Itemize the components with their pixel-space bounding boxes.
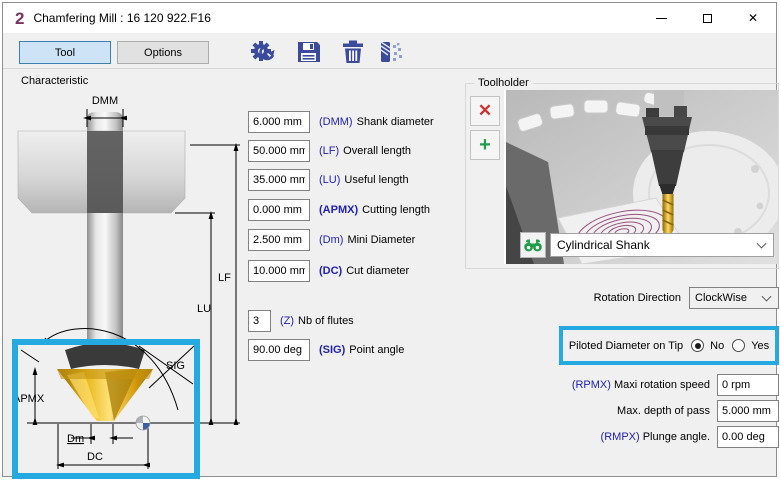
radio-dot	[695, 343, 701, 349]
delete-toolholder-button[interactable]: ✕	[470, 96, 500, 126]
field-label: Cutting length	[362, 204, 430, 216]
tab-options[interactable]: Options	[117, 41, 209, 64]
plunge-angle-input[interactable]	[717, 426, 779, 448]
field-code: (APMX)	[319, 204, 358, 216]
trash-icon[interactable]	[339, 38, 367, 66]
field-label: Maxi rotation speed	[614, 379, 710, 391]
plunge-angle-row: (RMPX) Plunge angle.	[473, 425, 779, 448]
app-logo-icon: 2	[15, 10, 24, 27]
max-depth-of-pass-row: Max. depth of pass	[473, 399, 779, 422]
field-label: Max. depth of pass	[617, 405, 710, 417]
field-label: Useful length	[344, 174, 408, 186]
piloted-no-label: No	[710, 340, 724, 352]
field-row-shank-diameter: (DMM) Shank diameter	[248, 111, 434, 133]
dim-label-dmm: DMM	[92, 95, 118, 107]
field-code: (Z)	[280, 315, 294, 327]
field-row-mini-diameter: (Dm) Mini Diameter	[248, 229, 415, 251]
minimize-button[interactable]	[638, 3, 684, 33]
save-icon[interactable]	[295, 38, 323, 66]
field-code: (RPMX)	[572, 379, 611, 391]
window-title: Chamfering Mill : 16 120 922.F16	[33, 11, 210, 25]
cut-diameter-input[interactable]	[248, 260, 310, 282]
dim-label-lu: LU	[197, 303, 211, 315]
field-label: Point angle	[349, 344, 404, 356]
rotation-direction-dropdown[interactable]: ClockWise	[689, 287, 779, 309]
sync-gear-icon[interactable]	[249, 38, 277, 66]
shank-diameter-input[interactable]	[248, 111, 310, 133]
rotation-direction-label: Rotation Direction	[594, 292, 681, 304]
shank-type-dropdown[interactable]: Cylindrical Shank	[550, 233, 774, 257]
maxi-rotation-speed-row: (RPMX) Maxi rotation speed	[473, 373, 779, 396]
close-button[interactable]: ✕	[730, 3, 776, 33]
minimize-icon	[656, 18, 667, 19]
piloted-diameter-highlight-box: Piloted Diameter on Tip No Yes	[559, 326, 779, 365]
maximize-button[interactable]	[684, 3, 730, 33]
field-row-overall-length: (LF) Overall length	[248, 140, 411, 162]
maximize-icon	[703, 14, 712, 23]
field-row-cut-diameter: (DC) Cut diameter	[248, 260, 409, 282]
chevron-down-icon	[762, 292, 772, 302]
field-label: Shank diameter	[357, 116, 434, 128]
binoculars-icon	[524, 239, 542, 252]
dim-label-dm: Dm	[67, 433, 84, 445]
add-toolholder-button[interactable]: +	[470, 130, 500, 160]
dim-label-sig: SIG	[166, 360, 185, 372]
field-code: (DC)	[319, 265, 342, 277]
field-code: (Dm)	[319, 234, 343, 246]
delete-icon: ✕	[478, 101, 492, 121]
field-label: Overall length	[343, 145, 411, 157]
field-code: (SIG)	[319, 344, 345, 356]
point-angle-input[interactable]	[248, 339, 310, 361]
shank-type-value: Cylindrical Shank	[557, 238, 650, 252]
piloted-diameter-label: Piloted Diameter on Tip	[569, 340, 683, 352]
dim-label-lf: LF	[218, 272, 231, 284]
tab-tool[interactable]: Tool	[19, 41, 111, 64]
mini-diameter-input[interactable]	[248, 229, 310, 251]
piloted-no-radio[interactable]	[691, 339, 704, 352]
shank-top	[87, 112, 123, 132]
toolbar: Tool Options	[3, 33, 776, 69]
nb-flutes-input[interactable]	[248, 310, 271, 332]
cutter-cap	[65, 343, 145, 369]
close-icon: ✕	[748, 11, 758, 25]
toolholder-group: Toolholder ✕ +	[465, 83, 779, 269]
field-label: Mini Diameter	[347, 234, 415, 246]
dim-label-dc: DC	[87, 451, 103, 463]
cutting-length-input[interactable]	[248, 199, 310, 221]
field-code: (LU)	[319, 174, 340, 186]
rotation-direction-value: ClockWise	[695, 292, 747, 304]
chevron-down-icon	[757, 239, 767, 249]
rotation-direction-row: Rotation Direction ClockWise	[473, 287, 779, 309]
field-row-point-angle: (SIG) Point angle	[248, 339, 404, 361]
field-code: (DMM)	[319, 116, 353, 128]
tool-chips-icon[interactable]	[377, 38, 405, 66]
origin-marker-icon	[136, 416, 150, 430]
field-code: (RMPX)	[601, 431, 640, 443]
search-toolholder-button[interactable]	[520, 232, 546, 258]
overall-length-input[interactable]	[248, 140, 310, 162]
field-label: Plunge angle.	[643, 431, 710, 443]
characteristic-section-label: Characteristic	[21, 75, 88, 87]
field-row-nb-flutes: (Z) Nb of flutes	[248, 310, 354, 332]
screenshot: 2 Chamfering Mill : 16 120 922.F16 ✕ Too…	[0, 0, 780, 480]
field-row-cutting-length: (APMX) Cutting length	[248, 199, 430, 221]
toolholder-group-label: Toolholder	[474, 77, 533, 89]
maxi-rotation-speed-input[interactable]	[717, 374, 779, 396]
field-row-useful-length: (LU) Useful length	[248, 169, 409, 191]
field-label: Nb of flutes	[298, 315, 354, 327]
field-label: Cut diameter	[346, 265, 409, 277]
add-icon: +	[479, 134, 491, 157]
piloted-yes-radio[interactable]	[732, 339, 745, 352]
piloted-yes-label: Yes	[751, 340, 769, 352]
max-depth-of-pass-input[interactable]	[717, 400, 779, 422]
chamfering-mill-dialog: 2 Chamfering Mill : 16 120 922.F16 ✕ Too…	[2, 2, 777, 477]
title-bar: 2 Chamfering Mill : 16 120 922.F16 ✕	[3, 3, 776, 33]
useful-length-input[interactable]	[248, 169, 310, 191]
tool-diagram: DMM LF LU APMX SIG Dm DC	[11, 88, 243, 480]
field-code: (LF)	[319, 145, 339, 157]
